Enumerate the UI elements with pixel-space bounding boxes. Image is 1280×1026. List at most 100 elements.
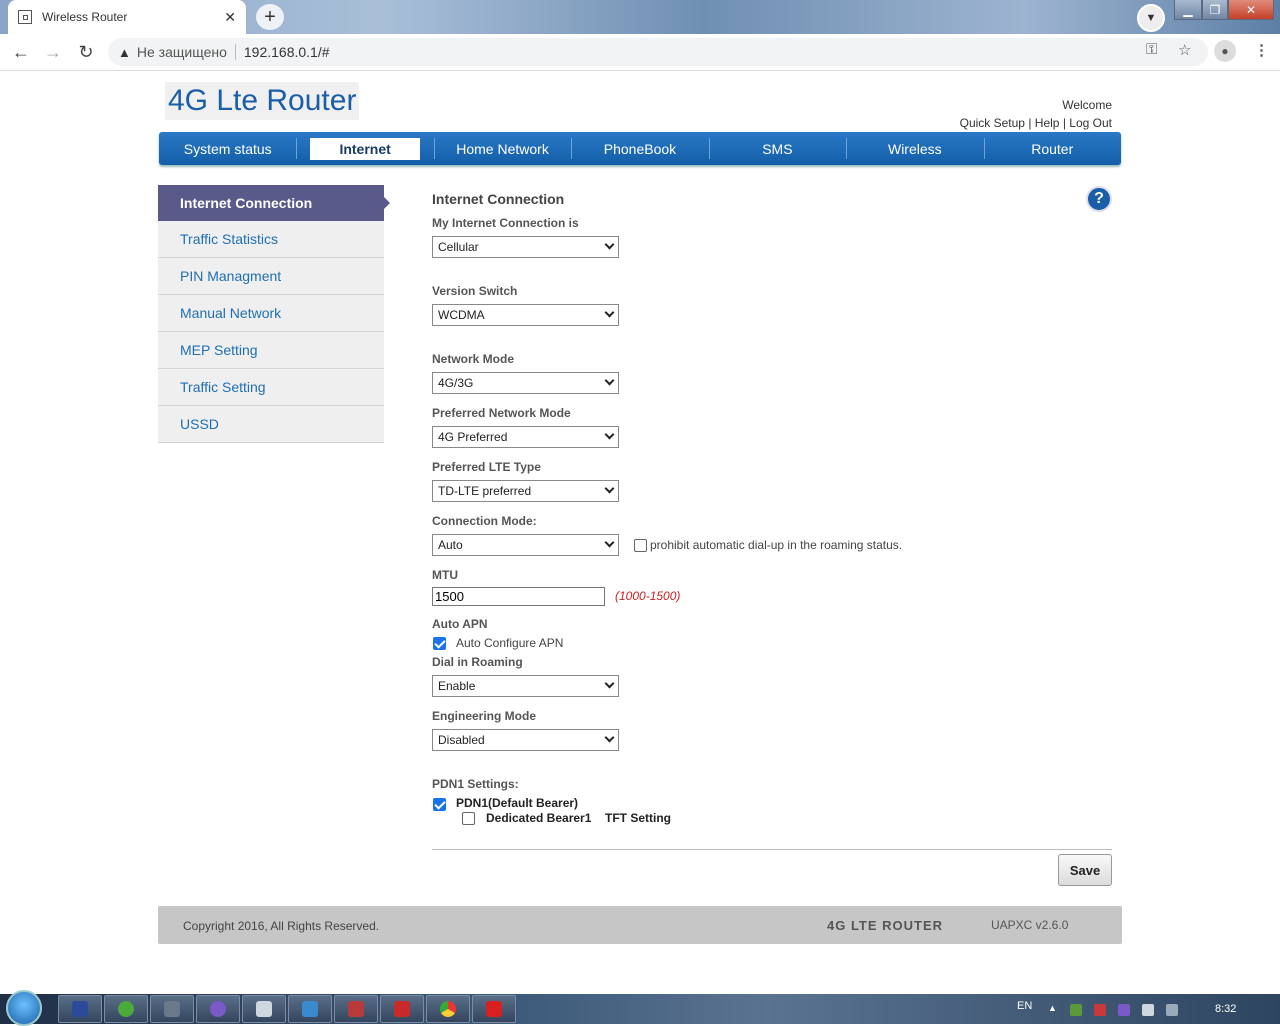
tab-close-icon[interactable]: ✕ [224,9,236,26]
sidebar-item-traffic-statistics[interactable]: Traffic Statistics [158,221,384,258]
quick-setup-link[interactable]: Quick Setup [960,116,1025,130]
nav-phonebook[interactable]: PhoneBook [571,132,708,165]
nav-label: Wireless [887,140,942,157]
language-indicator[interactable]: EN [1017,1000,1032,1012]
forward-arrow-icon[interactable]: → [41,40,65,64]
tray-security-icon[interactable] [1094,1004,1106,1016]
prohibit-roaming-checkbox[interactable] [634,539,647,552]
utorrent-icon[interactable] [104,995,148,1023]
dial-in-roaming-select[interactable]: Enable [432,675,619,697]
notepad-icon[interactable] [242,995,286,1023]
monitor-app-icon[interactable] [150,995,194,1023]
window-minimize-button[interactable]: ▁ [1174,0,1202,20]
bookmark-star-icon[interactable]: ☆ [1178,41,1191,59]
nav-internet[interactable]: Internet [296,132,433,165]
preferred-network-mode-select[interactable]: 4G Preferred [432,426,619,448]
sidebar-item-manual-network[interactable]: Manual Network [158,295,384,332]
chrome-menu-down-icon[interactable]: ▼ [1137,4,1165,32]
help-icon[interactable]: ? [1086,186,1112,212]
version-switch-select[interactable]: WCDMA [432,304,619,326]
new-tab-button[interactable]: + [256,4,284,30]
tab-title: Wireless Router [42,10,128,24]
save-button[interactable]: Save [1058,854,1112,886]
network-mode-label: Network Mode [432,352,515,366]
nav-sms[interactable]: SMS [708,132,846,165]
mtu-input[interactable]: 1500 [432,587,605,606]
url-text[interactable]: 192.168.0.1/# [244,44,330,60]
warning-triangle-icon: ▲ [118,44,131,60]
chevron-down-icon [604,429,615,440]
tray-network-icon[interactable] [1070,1004,1082,1016]
remote-desktop-icon[interactable] [288,995,332,1023]
viber-icon[interactable] [196,995,240,1023]
reload-icon[interactable]: ↻ [74,40,98,64]
toolbox-icon[interactable] [380,995,424,1023]
select-value: Enable [438,679,476,693]
windows-taskbar: EN ▲ 8:32 [0,990,1280,1026]
maple-app-icon[interactable] [472,995,516,1023]
firmware-version: UAPXC v2.6.0 [991,918,1069,932]
windows-start-icon[interactable] [6,990,42,1026]
select-value: Disabled [438,733,485,747]
footer-brand: 4G LTE ROUTER [827,918,944,933]
chrome-icon[interactable] [426,995,470,1023]
tray-signal-icon[interactable] [1142,1004,1154,1016]
nav-wireless[interactable]: Wireless [846,132,983,165]
tray-viber-icon[interactable] [1118,1004,1130,1016]
nav-home-network[interactable]: Home Network [433,132,571,165]
connection-label: My Internet Connection is [432,216,579,230]
mtu-label: MTU [432,568,458,582]
tray-volume-icon[interactable] [1166,1004,1178,1016]
chevron-down-icon [604,732,615,743]
select-value: 4G/3G [438,376,474,390]
link-separator: | [1062,116,1066,130]
link-separator: | [1028,116,1032,130]
top-links: Quick Setup | Help | Log Out [960,116,1112,130]
page-footer: Copyright 2016, All Rights Reserved. 4G … [158,906,1122,944]
auto-configure-apn-checkbox[interactable] [433,637,446,650]
sidebar-item-internet-connection[interactable]: Internet Connection [158,185,390,221]
sidebar-item-mep-setting[interactable]: MEP Setting [158,332,384,369]
tray-expand-icon[interactable]: ▲ [1048,1003,1060,1015]
key-icon[interactable]: ⚿ [1146,41,1157,58]
connection-select[interactable]: Cellular [432,236,619,258]
profile-avatar-icon[interactable]: ● [1214,40,1236,62]
taskbar-clock[interactable]: 8:32 [1215,1003,1236,1015]
engineering-mode-select[interactable]: Disabled [432,729,619,751]
address-toolbar: ← → ↻ ▲ Не защищено 192.168.0.1/# ⚿ ☆ ● … [0,34,1280,71]
security-status: Не защищено [137,44,236,60]
nav-label: Internet [310,137,420,160]
main-nav: System status Internet Home Network Phon… [159,132,1121,165]
sidebar-item-traffic-setting[interactable]: Traffic Setting [158,369,384,406]
router-logo: 4G Lte Router [165,82,360,120]
select-value: WCDMA [438,308,485,322]
mtu-range-hint: (1000-1500) [615,589,681,603]
window-close-button[interactable]: ✕ [1228,0,1274,20]
preferred-lte-type-select[interactable]: TD-LTE preferred [432,480,619,502]
tft-setting-link[interactable]: TFT Setting [605,811,671,825]
select-value: Cellular [438,240,479,254]
log-out-link[interactable]: Log Out [1069,116,1112,130]
network-mode-select[interactable]: 4G/3G [432,372,619,394]
window-maximize-button[interactable]: ❐ [1202,0,1228,20]
connection-mode-label: Connection Mode: [432,514,537,528]
chevron-down-icon [604,375,615,386]
page-header: 4G Lte Router Welcome Quick Setup | Help… [158,80,1122,132]
dedicated-bearer1-checkbox[interactable] [462,812,475,825]
save-app-icon[interactable] [58,995,102,1023]
kebab-menu-icon[interactable]: ⋮ [1254,41,1269,59]
sidebar-item-ussd[interactable]: USSD [158,406,384,443]
archive-icon[interactable] [334,995,378,1023]
nav-router[interactable]: Router [983,132,1121,165]
help-link[interactable]: Help [1035,116,1060,130]
browser-tab[interactable]: Wireless Router ✕ [8,0,246,34]
nav-system-status[interactable]: System status [159,132,296,165]
back-arrow-icon[interactable]: ← [9,40,33,64]
connection-mode-select[interactable]: Auto [432,534,619,556]
pdn1-default-bearer-checkbox[interactable] [433,798,446,811]
address-bar[interactable]: ▲ Не защищено 192.168.0.1/# [108,38,1208,66]
preferred-lte-type-label: Preferred LTE Type [432,460,541,474]
chevron-down-icon [604,307,615,318]
pdn1-settings-label: PDN1 Settings: [432,777,519,791]
sidebar-item-pin-management[interactable]: PIN Managment [158,258,384,295]
